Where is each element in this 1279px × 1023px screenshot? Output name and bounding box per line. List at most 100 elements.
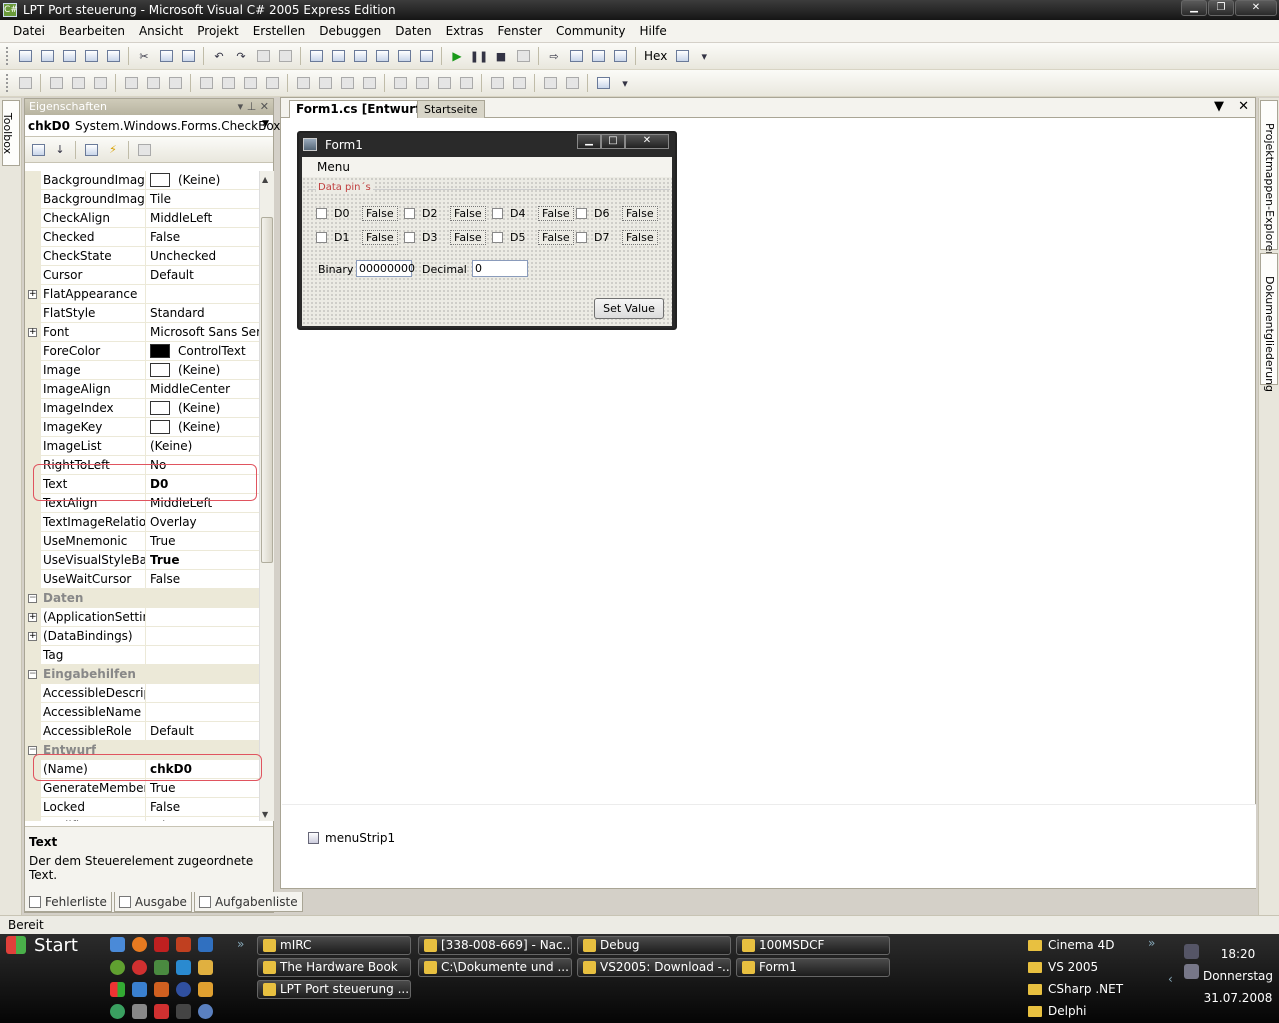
tab-order-icon[interactable] bbox=[594, 74, 612, 92]
property-grid-scrollbar[interactable]: ▲ ▼ bbox=[259, 171, 274, 821]
property-value[interactable]: Standard bbox=[146, 304, 259, 323]
property-name[interactable]: Font bbox=[41, 323, 146, 342]
property-row[interactable]: UseMnemonic True bbox=[25, 532, 259, 551]
property-name[interactable]: CheckAlign bbox=[41, 209, 146, 228]
tab-projektmappen-explorer[interactable]: Projektmappen-Explorer bbox=[1260, 100, 1278, 256]
vertical-spacing-decrease-icon[interactable] bbox=[435, 74, 453, 92]
form-designer-window[interactable]: Form1 ▁ □ ✕ Menu Data pin´s D0 False D2 … bbox=[297, 131, 677, 330]
horizontal-spacing-increase-icon[interactable] bbox=[316, 74, 334, 92]
task-hardware-book[interactable]: The Hardware Book bbox=[257, 958, 411, 977]
quicklaunch-icon-3-1[interactable] bbox=[110, 982, 125, 997]
expander[interactable]: + bbox=[25, 323, 41, 342]
quicklaunch-icon-2-1[interactable] bbox=[110, 960, 125, 975]
property-name[interactable]: TextImageRelation bbox=[41, 513, 146, 532]
property-value[interactable]: Overlay bbox=[146, 513, 259, 532]
menu-fenster[interactable]: Fenster bbox=[491, 24, 550, 38]
maximize-button[interactable]: ❐ bbox=[1208, 0, 1234, 16]
property-category[interactable]: − Daten bbox=[25, 589, 259, 608]
property-value[interactable]: (Keine) bbox=[146, 171, 259, 190]
property-row[interactable]: TextImageRelation Overlay bbox=[25, 513, 259, 532]
quicklaunch-filezilla-icon[interactable] bbox=[176, 937, 191, 952]
show-next-statement-icon[interactable]: ⇨ bbox=[545, 47, 563, 65]
property-row[interactable]: BackgroundImage (Keine) bbox=[25, 171, 259, 190]
open-file-icon[interactable] bbox=[60, 47, 78, 65]
redo-icon[interactable]: ↷ bbox=[232, 47, 250, 65]
menu-extras[interactable]: Extras bbox=[439, 24, 491, 38]
binary-textbox[interactable]: 00000000 bbox=[356, 260, 415, 277]
categorized-icon[interactable] bbox=[29, 141, 47, 159]
horizontal-spacing-remove-icon[interactable] bbox=[360, 74, 378, 92]
property-value[interactable]: Private bbox=[146, 817, 259, 822]
panel-pin-close-icons[interactable]: ▾ ⊥ ✕ bbox=[238, 99, 269, 114]
property-row[interactable]: AccessibleDescripti bbox=[25, 684, 259, 703]
property-name[interactable]: ImageKey bbox=[41, 418, 146, 437]
property-name[interactable]: Eingabehilfen bbox=[41, 665, 136, 684]
center-vertically-icon[interactable] bbox=[510, 74, 528, 92]
property-row[interactable]: Modifiers Private bbox=[25, 817, 259, 821]
center-horizontally-icon[interactable] bbox=[488, 74, 506, 92]
property-value[interactable]: (Keine) bbox=[146, 361, 259, 380]
set-value-button[interactable]: Set Value bbox=[594, 298, 664, 319]
clock[interactable]: 18:20 Donnerstag 31.07.2008 bbox=[1200, 944, 1276, 1008]
save-icon[interactable] bbox=[82, 47, 100, 65]
property-row[interactable]: ForeColor ControlText bbox=[25, 342, 259, 361]
quicklaunch-icon-4-3[interactable] bbox=[154, 1004, 169, 1019]
task-form1[interactable]: Form1 bbox=[736, 958, 890, 977]
task-vs2005-download[interactable]: VS2005: Download -... bbox=[577, 958, 731, 977]
expander[interactable]: + bbox=[25, 627, 41, 646]
property-row[interactable]: Image (Keine) bbox=[25, 361, 259, 380]
menu-hilfe[interactable]: Hilfe bbox=[632, 24, 673, 38]
scrollbar-thumb[interactable] bbox=[261, 217, 273, 563]
scroll-down-icon[interactable]: ▼ bbox=[262, 810, 268, 819]
property-value[interactable]: Default bbox=[146, 722, 259, 741]
property-value[interactable]: True bbox=[146, 551, 259, 570]
folders-more-icon[interactable]: » bbox=[1148, 936, 1155, 950]
property-row[interactable]: + FlatAppearance bbox=[25, 285, 259, 304]
label-d1-state[interactable]: False bbox=[362, 230, 398, 245]
minimize-button[interactable]: ▁ bbox=[1181, 0, 1207, 16]
property-name[interactable]: FlatStyle bbox=[41, 304, 146, 323]
send-to-back-icon[interactable] bbox=[563, 74, 581, 92]
checkbox-d7[interactable]: D7 bbox=[576, 231, 609, 244]
checkbox-d1[interactable]: D1 bbox=[316, 231, 349, 244]
solution-explorer-icon[interactable] bbox=[329, 47, 347, 65]
property-value[interactable]: MiddleLeft bbox=[146, 209, 259, 228]
quicklaunch-more-icon[interactable]: » bbox=[237, 937, 244, 951]
property-value[interactable]: Default bbox=[146, 266, 259, 285]
start-button[interactable]: Start bbox=[6, 934, 102, 956]
task-mail[interactable]: [338-008-669] - Nac... bbox=[418, 936, 572, 955]
tab-startseite[interactable]: Startseite bbox=[417, 100, 485, 118]
align-tops-icon[interactable] bbox=[122, 74, 140, 92]
property-value[interactable]: False bbox=[146, 228, 259, 247]
property-name[interactable]: Modifiers bbox=[41, 817, 146, 821]
quicklaunch-app-icon[interactable] bbox=[198, 937, 213, 952]
property-name[interactable]: (DataBindings) bbox=[41, 627, 146, 646]
property-name[interactable]: AccessibleRole bbox=[41, 722, 146, 741]
paste-icon[interactable] bbox=[179, 47, 197, 65]
task-debug-folder[interactable]: Debug bbox=[577, 936, 731, 955]
document-list-icon[interactable]: ▼ bbox=[1214, 99, 1224, 114]
property-value[interactable]: Microsoft Sans Serif; bbox=[146, 323, 259, 342]
alphabetical-icon[interactable]: ↓ bbox=[51, 141, 69, 159]
groupbox-data-pins[interactable]: Data pin´s bbox=[308, 182, 670, 259]
property-value[interactable] bbox=[146, 627, 259, 646]
quicklaunch-icon-3-3[interactable] bbox=[154, 982, 169, 997]
folder-vs2005[interactable]: VS 2005 bbox=[1028, 960, 1098, 974]
folder-cinema4d[interactable]: Cinema 4D bbox=[1028, 938, 1114, 952]
property-name[interactable]: UseMnemonic bbox=[41, 532, 146, 551]
expand-icon[interactable]: + bbox=[28, 290, 37, 299]
decimal-label[interactable]: Decimal bbox=[422, 263, 467, 276]
label-d5-state[interactable]: False bbox=[538, 230, 574, 245]
step-into-icon[interactable] bbox=[567, 47, 585, 65]
property-row[interactable]: ImageKey (Keine) bbox=[25, 418, 259, 437]
label-d2-state[interactable]: False bbox=[450, 206, 486, 221]
property-value[interactable] bbox=[146, 703, 259, 722]
object-browser-icon[interactable] bbox=[395, 47, 413, 65]
checkbox-d4[interactable]: D4 bbox=[492, 207, 525, 220]
property-name[interactable]: AccessibleName bbox=[41, 703, 146, 722]
property-row[interactable]: FlatStyle Standard bbox=[25, 304, 259, 323]
property-name[interactable]: Image bbox=[41, 361, 146, 380]
property-row[interactable]: BackgroundImageL Tile bbox=[25, 190, 259, 209]
properties-view-icon[interactable] bbox=[82, 141, 100, 159]
property-value[interactable]: MiddleCenter bbox=[146, 380, 259, 399]
